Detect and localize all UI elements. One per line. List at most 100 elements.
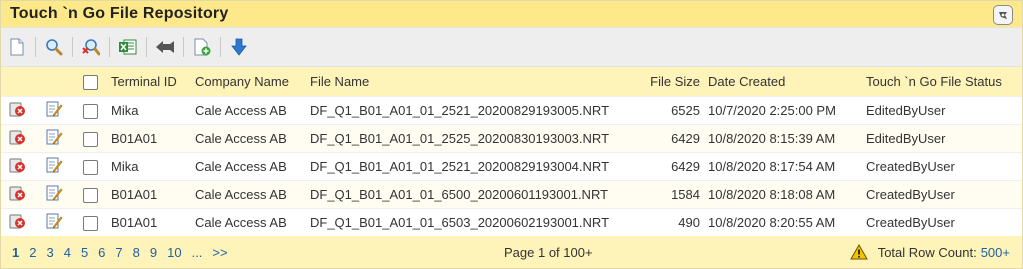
page-link-8[interactable]: 8: [133, 245, 140, 260]
row-checkbox[interactable]: [83, 187, 98, 203]
pager: 1 2 3 4 5 6 7 8 9 10 ... >>: [1, 245, 238, 260]
add-file-icon[interactable]: [190, 35, 214, 59]
column-header-file-name[interactable]: File Name: [306, 67, 606, 97]
cell-company-name: Cale Access AB: [191, 180, 306, 209]
row-checkbox[interactable]: [83, 215, 98, 231]
table-row: B01A01 Cale Access AB DF_Q1_B01_A01_01_6…: [1, 180, 1022, 209]
cell-file-name: DF_Q1_B01_A01_01_6500_20200601193001.NRT: [306, 180, 608, 209]
export-excel-icon[interactable]: [116, 35, 140, 59]
cell-company-name: Cale Access AB: [191, 152, 306, 181]
column-header-terminal-id[interactable]: Terminal ID: [107, 67, 191, 97]
delete-row-cell: [1, 96, 33, 125]
toolbar-divider: [220, 37, 221, 57]
cell-file-size: 6525: [606, 96, 704, 125]
row-checkbox[interactable]: [83, 103, 98, 119]
new-document-icon[interactable]: [5, 35, 29, 59]
cell-status: EditedByUser: [862, 124, 1022, 153]
toolbar-divider: [183, 37, 184, 57]
download-arrow-icon[interactable]: [227, 35, 251, 59]
column-header-status[interactable]: Touch `n Go File Status: [862, 67, 1022, 97]
edit-row-cell: [33, 152, 75, 181]
cell-terminal-id: B01A01: [107, 124, 191, 153]
delete-row-icon[interactable]: [8, 102, 26, 121]
row-checkbox[interactable]: [83, 131, 98, 147]
page-info: Page 1 of 100+: [504, 244, 593, 260]
cell-terminal-id: Mika: [107, 96, 191, 125]
cell-date-created: 10/8/2020 8:20:55 AM: [704, 208, 862, 236]
table-row: Mika Cale Access AB DF_Q1_B01_A01_01_252…: [1, 152, 1022, 181]
cell-status: EditedByUser: [862, 96, 1022, 125]
column-header-file-size[interactable]: File Size: [606, 67, 704, 97]
panel-title: Touch `n Go File Repository: [10, 5, 229, 22]
cell-terminal-id: B01A01: [107, 208, 191, 236]
edit-row-cell: [33, 124, 75, 153]
table-row: Mika Cale Access AB DF_Q1_B01_A01_01_252…: [1, 96, 1022, 125]
cell-file-name: DF_Q1_B01_A01_01_2521_20200829193004.NRT: [306, 152, 609, 181]
clear-search-icon[interactable]: [79, 35, 103, 59]
row-checkbox-cell: [75, 180, 107, 209]
select-all-checkbox[interactable]: [83, 74, 98, 90]
cell-date-created: 10/8/2020 8:18:08 AM: [704, 180, 862, 209]
panel-titlebar: Touch `n Go File Repository: [1, 1, 1022, 27]
delete-column-header: [1, 67, 33, 97]
cell-file-size: 6429: [606, 124, 704, 153]
row-count-value: 500+: [980, 244, 1010, 260]
column-header-date-created[interactable]: Date Created: [704, 67, 862, 97]
page-link-more[interactable]: ...: [192, 245, 203, 260]
row-checkbox[interactable]: [83, 159, 98, 175]
cell-date-created: 10/7/2020 2:25:00 PM: [704, 96, 862, 125]
page-link-10[interactable]: 10: [167, 245, 181, 260]
delete-row-icon[interactable]: [8, 186, 26, 205]
warning-icon: [849, 244, 868, 260]
page-link-3[interactable]: 3: [46, 245, 53, 260]
select-all-checkbox-cell: [75, 67, 107, 97]
edit-row-icon[interactable]: [45, 157, 63, 177]
file-repository-panel: Touch `n Go File Repository Terminal ID …: [0, 0, 1023, 269]
toolbar-divider: [72, 37, 73, 57]
delete-row-cell: [1, 180, 33, 209]
cell-date-created: 10/8/2020 8:17:54 AM: [704, 152, 862, 181]
row-checkbox-cell: [75, 124, 107, 153]
row-checkbox-cell: [75, 96, 107, 125]
page-link-1[interactable]: 1: [12, 245, 19, 260]
page-link-9[interactable]: 9: [150, 245, 157, 260]
delete-row-icon[interactable]: [8, 130, 26, 149]
edit-row-cell: [33, 180, 75, 209]
edit-column-header: [33, 67, 75, 97]
cell-file-name: DF_Q1_B01_A01_01_2521_20200829193005.NRT: [306, 96, 609, 125]
delete-row-icon[interactable]: [8, 214, 26, 233]
cell-terminal-id: Mika: [107, 152, 191, 181]
import-icon[interactable]: [153, 35, 177, 59]
page-link-2[interactable]: 2: [29, 245, 36, 260]
edit-row-icon[interactable]: [45, 101, 63, 121]
edit-row-icon[interactable]: [45, 129, 63, 149]
page-link-5[interactable]: 5: [81, 245, 88, 260]
cell-file-name: DF_Q1_B01_A01_01_2525_20200830193003.NRT: [306, 124, 609, 153]
column-header-company-name[interactable]: Company Name: [191, 67, 306, 97]
cell-status: CreatedByUser: [862, 208, 1022, 236]
edit-row-icon[interactable]: [45, 213, 63, 233]
cell-file-size: 1584: [606, 180, 704, 209]
delete-row-cell: [1, 152, 33, 181]
delete-row-cell: [1, 124, 33, 153]
page-link-4[interactable]: 4: [64, 245, 71, 260]
edit-row-cell: [33, 96, 75, 125]
cell-company-name: Cale Access AB: [191, 96, 306, 125]
cell-company-name: Cale Access AB: [191, 208, 306, 236]
cell-file-size: 6429: [606, 152, 704, 181]
row-count: Total Row Count: 500+: [849, 244, 1010, 260]
pager-footer: 1 2 3 4 5 6 7 8 9 10 ... >> Page 1 of 10…: [1, 236, 1022, 268]
table-header-row: Terminal ID Company Name File Name File …: [1, 67, 1022, 97]
collapse-panel-icon[interactable]: [993, 5, 1013, 25]
search-icon[interactable]: [42, 35, 66, 59]
cell-status: CreatedByUser: [862, 180, 1022, 209]
file-table: Terminal ID Company Name File Name File …: [1, 67, 1022, 236]
page-link-6[interactable]: 6: [98, 245, 105, 260]
toolbar-divider: [146, 37, 147, 57]
delete-row-icon[interactable]: [8, 158, 26, 177]
page-link-next[interactable]: >>: [212, 245, 227, 260]
edit-row-icon[interactable]: [45, 185, 63, 205]
cell-file-name: DF_Q1_B01_A01_01_6503_20200602193001.NRT: [306, 208, 609, 236]
edit-row-cell: [33, 208, 75, 236]
page-link-7[interactable]: 7: [115, 245, 122, 260]
